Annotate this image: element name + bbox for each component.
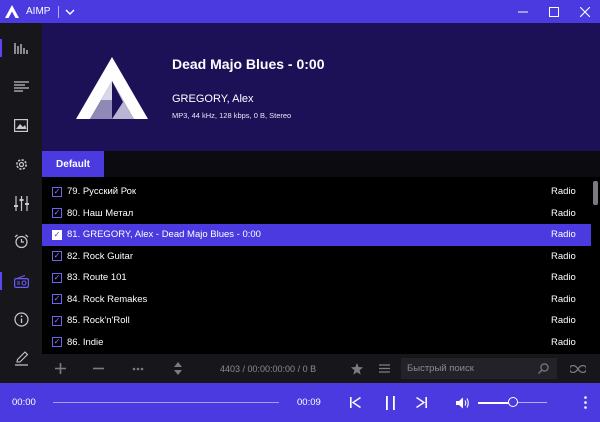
list-item[interactable]: ✓ 79. Русский Рок Radio <box>42 181 591 203</box>
aimp-logo-icon <box>2 0 22 23</box>
title-separator <box>58 5 60 18</box>
info-icon[interactable] <box>0 304 42 334</box>
favorite-star-icon[interactable] <box>349 354 365 383</box>
row-title: 80. Наш Метал <box>67 207 134 219</box>
app-title: AIMP <box>26 6 51 17</box>
quick-search-box[interactable] <box>401 358 557 379</box>
track-title: Dead Majo Blues - 0:00 <box>172 56 325 72</box>
playlist-tab-bar: Default <box>42 151 600 177</box>
row-title: 84. Rock Remakes <box>67 293 148 305</box>
row-checkbox[interactable]: ✓ <box>52 337 62 348</box>
add-icon[interactable] <box>52 354 68 383</box>
more-options-icon[interactable] <box>130 354 146 383</box>
playlist-stats: 4403 / 00:00:00:00 / 0 B <box>220 363 317 374</box>
next-track-icon[interactable] <box>410 383 432 422</box>
maximize-button[interactable] <box>538 0 569 23</box>
list-item[interactable]: ✓ 82. Rock Guitar Radio <box>42 246 591 268</box>
alarm-clock-icon[interactable] <box>0 226 42 256</box>
radio-icon[interactable] <box>0 266 42 296</box>
player-bar: 00:00 00:09 <box>0 383 600 422</box>
sidebar <box>0 23 42 383</box>
search-input[interactable] <box>407 363 532 374</box>
row-checkbox[interactable]: ✓ <box>52 251 62 262</box>
row-genre: Radio <box>551 229 576 241</box>
row-title: 79. Русский Рок <box>67 186 137 198</box>
edit-icon[interactable] <box>0 343 42 373</box>
album-cover-icon <box>76 57 148 119</box>
repeat-infinity-icon[interactable] <box>568 354 588 383</box>
playlist-icon[interactable] <box>0 71 42 101</box>
row-genre: Radio <box>551 250 576 262</box>
list-item[interactable]: ✓ 86. Indie Radio <box>42 332 591 354</box>
volume-icon[interactable] <box>453 383 473 422</box>
row-genre: Radio <box>551 315 576 327</box>
row-title: 86. Indie <box>67 336 104 348</box>
list-item[interactable]: ✓ 83. Route 101 Radio <box>42 267 591 289</box>
row-title: 83. Route 101 <box>67 272 127 284</box>
total-duration: 00:09 <box>297 397 321 408</box>
row-checkbox[interactable]: ✓ <box>52 229 62 240</box>
close-button[interactable] <box>569 0 600 23</box>
volume-slider[interactable] <box>478 397 547 407</box>
elapsed-time: 00:00 <box>12 397 36 408</box>
track-artist: GREGORY, Alex <box>172 93 254 105</box>
tab-default[interactable]: Default <box>42 151 104 177</box>
previous-track-icon[interactable] <box>344 383 366 422</box>
player-menu-icon[interactable] <box>578 383 592 422</box>
list-item[interactable]: ✓ 84. Rock Remakes Radio <box>42 289 591 311</box>
playlist-toolbar: 4403 / 00:00:00:00 / 0 B <box>42 354 600 383</box>
row-genre: Radio <box>551 272 576 284</box>
list-item[interactable]: ✓ 85. Rock'n'Roll Radio <box>42 310 591 332</box>
search-icon[interactable] <box>538 363 549 374</box>
mixer-sliders-icon[interactable] <box>0 188 42 218</box>
row-genre: Radio <box>551 336 576 348</box>
row-title: 82. Rock Guitar <box>67 250 133 262</box>
row-genre: Radio <box>551 293 576 305</box>
minimize-button[interactable] <box>507 0 538 23</box>
list-menu-icon[interactable] <box>376 354 392 383</box>
remove-icon[interactable] <box>90 354 106 383</box>
equalizer-bars-icon[interactable] <box>0 33 42 63</box>
track-info: MP3, 44 kHz, 128 kbps, 0 B, Stereo <box>172 111 292 120</box>
volume-knob[interactable] <box>508 397 518 407</box>
row-checkbox[interactable]: ✓ <box>52 186 62 197</box>
row-checkbox[interactable]: ✓ <box>52 294 62 305</box>
row-checkbox[interactable]: ✓ <box>52 315 62 326</box>
list-item[interactable]: ✓ 80. Наш Метал Radio <box>42 203 591 225</box>
pause-icon[interactable] <box>379 383 401 422</box>
seek-bar[interactable] <box>53 402 279 403</box>
row-checkbox[interactable]: ✓ <box>52 272 62 283</box>
main-menu-chevron-icon[interactable] <box>61 0 79 23</box>
playlist-scrollbar[interactable] <box>593 181 598 205</box>
now-playing-panel: Dead Majo Blues - 0:00 GREGORY, Alex MP3… <box>42 23 600 151</box>
row-checkbox[interactable]: ✓ <box>52 208 62 219</box>
row-genre: Radio <box>551 186 576 198</box>
playlist[interactable]: ✓ 79. Русский Рок Radio ✓ 80. Наш Метал … <box>42 177 600 354</box>
row-genre: Radio <box>551 207 576 219</box>
list-item-selected[interactable]: ✓ 81. GREGORY, Alex - Dead Majo Blues - … <box>42 224 591 246</box>
sort-arrows-icon[interactable] <box>170 354 186 383</box>
title-bar: AIMP <box>0 0 600 23</box>
row-title: 81. GREGORY, Alex - Dead Majo Blues - 0:… <box>67 229 261 241</box>
settings-gear-icon[interactable] <box>0 149 42 179</box>
row-title: 85. Rock'n'Roll <box>67 315 130 327</box>
album-art-icon[interactable] <box>0 110 42 140</box>
